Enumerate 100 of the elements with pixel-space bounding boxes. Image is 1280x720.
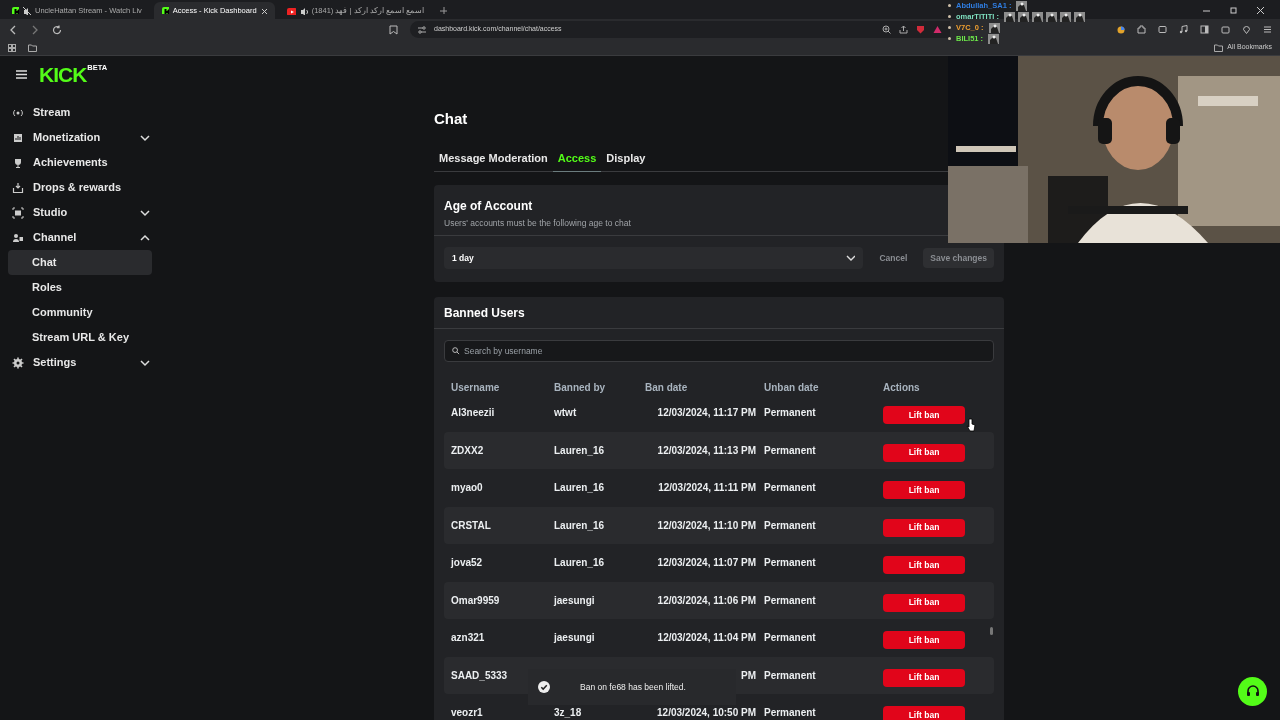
lift-ban-button[interactable]: Lift ban xyxy=(883,406,965,425)
search-field[interactable]: Search by username xyxy=(444,340,994,362)
table-cell: veozr1 xyxy=(451,707,483,719)
section-title: Age of Account xyxy=(444,198,534,215)
lift-ban-button[interactable]: Lift ban xyxy=(883,593,965,612)
table-cell: Permanent xyxy=(764,669,816,681)
section-title: Banned Users xyxy=(444,304,525,322)
zoom-icon[interactable] xyxy=(882,25,891,34)
menu-icon[interactable] xyxy=(1263,25,1272,34)
sidebar-item[interactable]: Achievements xyxy=(8,150,152,175)
trophy-icon xyxy=(12,156,24,169)
download-tray-icon xyxy=(12,181,24,194)
column-header: Username xyxy=(451,381,501,395)
apps-icon[interactable] xyxy=(8,43,16,52)
table-cell: SAAD_5333 xyxy=(451,669,508,681)
table-cell: PM xyxy=(741,669,756,681)
tab[interactable]: Access xyxy=(552,145,602,172)
tab[interactable]: Message Moderation xyxy=(434,145,553,172)
minimize-icon[interactable] xyxy=(1203,7,1210,14)
kick-icon xyxy=(161,7,169,14)
table-cell: Al3neezii xyxy=(451,407,495,419)
age-dropdown[interactable]: 1 day xyxy=(444,247,864,269)
close-icon[interactable] xyxy=(1257,7,1264,14)
table-cell: 12/03/2024, 11:06 PM xyxy=(657,594,756,606)
triangle-icon[interactable] xyxy=(933,25,942,34)
settings-icon xyxy=(12,356,24,369)
column-header: Actions xyxy=(883,381,921,395)
sidebar-subitem[interactable]: Roles xyxy=(8,275,152,300)
menu-icon[interactable] xyxy=(16,69,27,79)
sidebar-icon[interactable] xyxy=(1200,25,1209,34)
video-icon xyxy=(286,7,296,15)
bookmark-icon[interactable] xyxy=(389,24,398,35)
table-cell: Permanent xyxy=(764,594,816,606)
lift-ban-button[interactable]: Lift ban xyxy=(883,518,965,537)
sidebar-subitem[interactable]: Stream URL & Key xyxy=(8,325,152,350)
sidebar-subitem[interactable]: Chat xyxy=(8,250,152,275)
site-settings-icon[interactable] xyxy=(418,25,426,34)
scrollbar-thumb[interactable] xyxy=(990,627,993,635)
location-icon[interactable] xyxy=(1242,25,1251,34)
tab[interactable]: Display xyxy=(601,145,651,172)
table-cell: Permanent xyxy=(764,444,816,456)
music-icon[interactable] xyxy=(1179,25,1188,34)
table-cell: 12/03/2024, 11:07 PM xyxy=(657,557,756,569)
table-cell: CRSTAL xyxy=(451,519,491,531)
section-subtitle: Users' accounts must be the following age to chat xyxy=(444,217,632,230)
sidebar-subitem[interactable]: Community xyxy=(8,300,152,325)
table-cell: 3z_18 xyxy=(554,707,582,719)
table-cell: Lauren_16 xyxy=(554,557,605,569)
lift-ban-button[interactable]: Lift ban xyxy=(883,631,965,650)
restore-icon[interactable] xyxy=(1230,7,1237,14)
table-cell: jaesungi xyxy=(554,632,595,644)
table-cell: Permanent xyxy=(764,557,816,569)
sidebar-item[interactable]: Stream xyxy=(8,100,152,125)
table-cell: Permanent xyxy=(764,519,816,531)
table-cell: azn321 xyxy=(451,632,485,644)
screenshot-icon[interactable] xyxy=(1158,25,1167,34)
table-cell: 12/03/2024, 11:13 PM xyxy=(657,444,756,456)
sidebar-item[interactable]: Monetization xyxy=(8,125,152,150)
search-icon xyxy=(452,347,460,355)
table-cell: Permanent xyxy=(764,407,816,419)
chevron-down-icon xyxy=(846,255,856,261)
column-header: Banned by xyxy=(554,381,607,395)
column-header: Ban date xyxy=(645,381,689,395)
back-icon[interactable] xyxy=(8,24,18,35)
speaker-icon[interactable] xyxy=(299,6,308,15)
colorful-circle-icon[interactable] xyxy=(1117,25,1125,34)
forward-icon[interactable] xyxy=(30,24,40,35)
table-cell: Lauren_16 xyxy=(554,519,605,531)
sidebar-item[interactable]: Channel xyxy=(8,225,152,250)
sidebar-item[interactable]: Studio xyxy=(8,200,152,225)
reload-icon[interactable] xyxy=(52,24,62,35)
share-icon[interactable] xyxy=(899,25,908,34)
muted-speaker-icon[interactable] xyxy=(23,6,31,15)
table-cell: Permanent xyxy=(764,707,816,719)
column-header: Unban date xyxy=(764,381,820,395)
table-cell: 12/03/2024, 11:11 PM xyxy=(658,482,756,494)
wallet-icon[interactable] xyxy=(1221,25,1230,34)
sidebar-item[interactable]: Settings xyxy=(8,350,152,375)
cursor-icon xyxy=(966,418,976,432)
sidebar-item[interactable]: Drops & rewards xyxy=(8,175,152,200)
table-cell: Permanent xyxy=(764,632,816,644)
folder-icon[interactable] xyxy=(28,43,37,52)
table-cell: ZDXX2 xyxy=(451,444,484,456)
support-chat-button[interactable] xyxy=(1238,677,1267,706)
table-cell: Lauren_16 xyxy=(554,444,605,456)
new-tab-icon[interactable] xyxy=(439,7,447,14)
lift-ban-button[interactable]: Lift ban xyxy=(883,443,965,462)
lift-ban-button[interactable]: Lift ban xyxy=(883,668,965,687)
table-cell: jaesungi xyxy=(554,594,595,606)
table-cell: 12/03/2024, 11:17 PM xyxy=(657,407,756,419)
table-cell: 12/03/2024, 11:10 PM xyxy=(657,519,756,531)
table-cell: 12/03/2024, 10:50 PM xyxy=(657,707,756,719)
close-icon[interactable] xyxy=(260,7,267,14)
kick-icon xyxy=(12,7,19,14)
shield-icon[interactable] xyxy=(916,25,925,34)
table-cell: 12/03/2024, 11:04 PM xyxy=(657,632,756,644)
lift-ban-button[interactable]: Lift ban xyxy=(883,556,965,575)
lift-ban-button[interactable]: Lift ban xyxy=(883,706,965,720)
lift-ban-button[interactable]: Lift ban xyxy=(883,481,965,500)
camera-frame-icon xyxy=(12,206,24,219)
